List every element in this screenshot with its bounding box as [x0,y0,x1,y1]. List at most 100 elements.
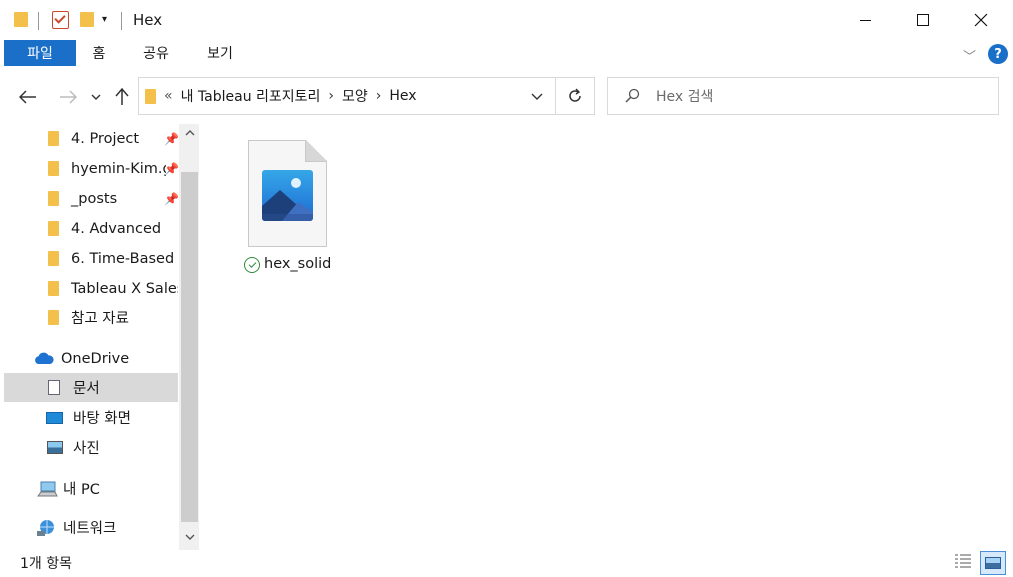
breadcrumb-item[interactable]: Hex [389,88,416,104]
sidebar-item-label: OneDrive [61,350,130,367]
sidebar-item-reference[interactable]: 참고 자료 [4,303,178,332]
sidebar-item-tableau-sales[interactable]: Tableau X Sales [4,274,178,303]
maximize-button[interactable] [894,0,952,40]
sidebar-item-label: _posts [71,190,118,207]
up-button[interactable] [112,86,132,108]
pin-icon: 📌 [164,161,178,176]
sidebar-item-documents[interactable]: 문서 [4,373,178,402]
breadcrumb-item[interactable]: 내 Tableau 리포지토리 [181,86,321,106]
address-dropdown-icon[interactable] [531,93,543,101]
help-icon[interactable]: ? [988,44,1008,64]
sidebar-item-advanced[interactable]: 4. Advanced [4,214,178,243]
sync-check-icon [244,257,260,273]
search-box[interactable]: Hex 검색 [607,77,999,115]
ribbon-tabs: 파일 홈 공유 보기 ﹀ ? [0,40,1013,68]
breadcrumb-overflow[interactable]: « [164,88,173,104]
chevron-right-icon[interactable]: › [376,88,382,104]
picture-icon [262,170,313,221]
close-icon [974,13,988,27]
back-button[interactable] [14,86,42,108]
tab-file[interactable]: 파일 [4,40,76,66]
search-input[interactable]: Hex 검색 [656,86,713,106]
tab-share[interactable]: 공유 [132,40,180,66]
sidebar-item-this-pc[interactable]: 내 PC [4,474,178,503]
sidebar-item-label: 사진 [73,441,100,457]
address-bar[interactable]: « 내 Tableau 리포지토리 › 모양 › Hex [138,77,556,115]
up-arrow-icon [115,88,129,105]
forward-arrow-icon [60,90,77,104]
pictures-icon [47,441,63,454]
customize-toolbar-icon[interactable]: ▾ [102,14,107,25]
navigation-pane: 4. Project 📌 hyemin-Kim.github.io 📌 _pos… [0,124,200,550]
onedrive-cloud-icon [35,352,54,364]
close-button[interactable] [952,0,1010,40]
sidebar-item-desktop[interactable]: 바탕 화면 [4,403,178,432]
file-name: hex_solid [264,256,332,272]
details-view-button[interactable] [953,552,975,572]
status-bar: 1개 항목 [0,550,1013,577]
sidebar-item-label: 문서 [73,381,100,397]
recent-locations-button[interactable] [88,88,104,106]
sidebar-item-network[interactable]: 네트워크 [4,513,178,542]
chevron-right-icon[interactable]: › [328,88,334,104]
item-count: 1개 항목 [20,556,72,572]
folder-icon [48,251,59,266]
network-icon [37,519,54,536]
sidebar-item-time-based[interactable]: 6. Time-Based Data [4,244,178,273]
minimize-icon [859,19,871,21]
sidebar-item-github[interactable]: hyemin-Kim.github.io 📌 [4,154,178,183]
scroll-down-button[interactable] [182,530,197,544]
chevron-down-icon [91,94,101,100]
chevron-down-icon [185,534,194,540]
sidebar-item-label: 네트워크 [63,521,117,537]
refresh-button[interactable] [556,77,595,115]
title-bar: ▾ Hex [0,0,1013,40]
large-icons-view-icon [985,557,1001,569]
folder-icon [48,191,59,206]
sidebar-item-label: 바탕 화면 [73,411,131,427]
folder-icon [48,221,59,236]
sidebar-item-onedrive[interactable]: OneDrive [4,344,178,373]
folder-icon [48,131,59,146]
breadcrumb-item[interactable]: 모양 [342,86,368,106]
chevron-up-icon [185,130,194,136]
tab-view[interactable]: 보기 [196,40,244,66]
tab-home[interactable]: 홈 [80,40,118,66]
folder-icon [48,161,59,176]
folder-icon [48,310,59,325]
folder-icon [48,281,59,296]
search-icon [625,88,640,103]
properties-icon[interactable] [52,11,69,29]
back-arrow-icon [19,90,36,104]
sidebar-item-label: 4. Project [71,130,140,147]
pin-icon: 📌 [164,191,178,206]
sidebar-item-project[interactable]: 4. Project 📌 [4,124,178,153]
folder-icon [14,12,28,27]
expand-ribbon-icon[interactable]: ﹀ [963,46,976,65]
sidebar-item-pictures[interactable]: 사진 [4,433,178,462]
divider [38,12,39,30]
large-icons-view-button[interactable] [980,551,1006,575]
computer-icon [37,481,58,496]
divider [121,12,122,30]
minimize-button[interactable] [836,0,894,40]
document-icon [48,380,60,395]
sidebar-item-label: 6. Time-Based Data [71,250,178,267]
scrollbar-thumb[interactable] [181,172,198,522]
sidebar-item-posts[interactable]: _posts 📌 [4,184,178,213]
folder-icon [145,88,156,104]
forward-button[interactable] [54,86,82,108]
scroll-up-button[interactable] [182,126,197,140]
details-view-icon [955,554,971,568]
pin-icon: 📌 [164,131,178,146]
sidebar-item-label: 참고 자료 [71,311,129,327]
maximize-icon [917,14,929,26]
desktop-icon [46,411,63,424]
new-folder-icon[interactable] [80,12,94,27]
sidebar-item-label: hyemin-Kim.github.io [71,160,166,177]
window-title: Hex [133,11,163,29]
file-item[interactable]: hex_solid [233,138,343,278]
sidebar-item-label: 4. Advanced [71,220,162,237]
sidebar-item-label: Tableau X Sales [71,280,178,297]
refresh-icon [569,88,581,102]
